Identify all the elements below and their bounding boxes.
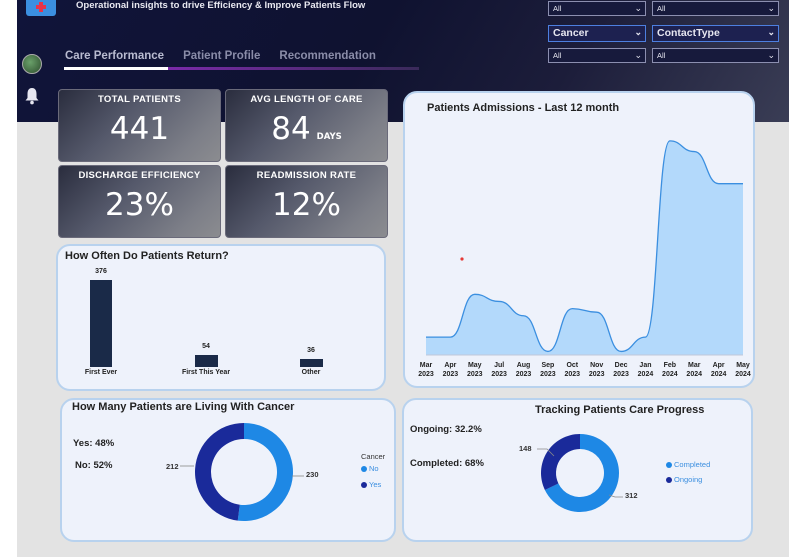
medical-cross-logo-icon — [26, 0, 56, 16]
leader-line — [608, 494, 623, 498]
page-tabs: Care Performance Patient Profile Recomme… — [65, 50, 395, 62]
chevron-down-icon: ⌄ — [767, 50, 775, 60]
donut-slice-no[interactable] — [237, 423, 293, 521]
cancer-filter[interactable]: Cancer ⌄ — [548, 25, 646, 42]
chevron-down-icon: ⌄ — [634, 50, 642, 60]
bar-value-label: 54 — [202, 342, 210, 350]
kpi-label: READMISSION RATE — [256, 170, 357, 181]
filter-dropdown-1[interactable]: All ⌄ — [548, 1, 646, 16]
x-tick-label: Apr 2024 — [710, 362, 727, 378]
area-chart — [426, 140, 743, 356]
tab-patient-profile[interactable]: Patient Profile — [183, 50, 260, 62]
donut-label-ongoing: 148 — [519, 444, 532, 453]
x-tick-label: Jan 2024 — [637, 362, 654, 378]
admissions-chart-card: Patients Admissions - Last 12 month Mar … — [403, 91, 755, 388]
x-tick-label: May 2024 — [735, 362, 751, 378]
progress-chart-card: Tracking Patients Care Progress Ongoing:… — [402, 398, 753, 542]
x-tick-label: Dec 2023 — [613, 362, 629, 378]
return-chart-card: How Often Do Patients Return? 376 First E… — [56, 244, 386, 391]
x-tick-label: Aug 2023 — [515, 362, 532, 378]
tab-recommendation[interactable]: Recommendation — [279, 50, 376, 62]
chevron-down-icon: ⌄ — [767, 27, 775, 37]
legend-item-completed[interactable]: Completed — [666, 460, 710, 469]
chevron-down-icon: ⌄ — [634, 27, 642, 37]
marker-dot — [460, 257, 464, 261]
dashboard-page: Operational insights to drive Efficiency… — [0, 0, 800, 557]
contact-type-filter-select[interactable]: All ⌄ — [652, 48, 779, 63]
kpi-unit: DAYS — [316, 132, 342, 142]
x-tick-label: May 2023 — [466, 362, 483, 378]
x-tick-label: Oct 2023 — [564, 362, 581, 378]
bar[interactable] — [194, 354, 218, 367]
bar-value-label: 376 — [95, 268, 107, 275]
x-tick-label: Apr 2023 — [442, 362, 459, 378]
avatar[interactable] — [22, 54, 42, 74]
bar-category-label: First This Year — [181, 369, 231, 376]
bar[interactable] — [90, 280, 112, 367]
filter-dropdown-2[interactable]: All ⌄ — [652, 1, 779, 16]
kpi-value: 441 — [109, 111, 170, 147]
area-fill — [426, 140, 743, 355]
legend-title: Cancer — [361, 452, 386, 461]
kpi-readmission-rate: READMISSION RATE 12% — [225, 165, 388, 238]
bar-value-label: 36 — [307, 346, 315, 354]
kpi-value: 12% — [272, 187, 341, 223]
tab-care-performance[interactable]: Care Performance — [65, 50, 164, 62]
cancer-filter-select[interactable]: All ⌄ — [548, 48, 646, 63]
kpi-value: 84 — [271, 111, 311, 147]
kpi-label: DISCHARGE EFFICIENCY — [78, 170, 201, 181]
donut-label-no: 230 — [306, 470, 319, 479]
cancer-donut-chart — [180, 423, 304, 521]
x-tick-label: Sep 2023 — [540, 362, 556, 378]
kpi-discharge-efficiency: DISCHARGE EFFICIENCY 23% — [58, 165, 221, 238]
tab-indicator — [64, 67, 419, 70]
bell-icon[interactable] — [24, 87, 40, 105]
legend-item-ongoing[interactable]: Ongoing — [666, 475, 702, 484]
legend-item-no[interactable]: No — [361, 464, 379, 473]
chart-title: How Often Do Patients Return? — [65, 250, 229, 262]
donut-label-completed: 312 — [625, 491, 638, 500]
cancer-chart-card: How Many Patients are Living With Cancer… — [60, 398, 396, 542]
kpi-label: AVG LENGTH OF CARE — [250, 94, 363, 105]
bar[interactable] — [299, 358, 323, 367]
kpi-total-patients: TOTAL PATIENTS 441 — [58, 89, 221, 162]
x-tick-label: Nov 2023 — [588, 362, 605, 378]
contact-type-filter[interactable]: ContactType ⌄ — [652, 25, 779, 42]
legend-item-yes[interactable]: Yes — [361, 480, 381, 489]
donut-slice-yes[interactable] — [195, 423, 244, 521]
bar-category-label: First Ever — [84, 369, 118, 376]
x-tick-label: Jul 2023 — [491, 362, 507, 378]
kpi-label: TOTAL PATIENTS — [97, 94, 181, 105]
bar-category-label: Other — [301, 369, 321, 376]
report-subtitle: Operational insights to drive Efficiency… — [76, 0, 366, 11]
progress-donut-chart — [537, 434, 623, 512]
kpi-avg-length-of-care: AVG LENGTH OF CARE 84 DAYS — [225, 89, 388, 162]
chevron-down-icon: ⌄ — [767, 3, 775, 13]
donut-slice-ongoing[interactable] — [541, 434, 580, 490]
x-tick-label: Feb 2024 — [662, 362, 678, 378]
x-tick-label: Mar 2023 — [418, 362, 434, 378]
chevron-down-icon: ⌄ — [634, 3, 642, 13]
donut-label-yes: 212 — [166, 462, 179, 471]
kpi-value: 23% — [105, 187, 174, 223]
x-tick-label: Mar 2024 — [686, 362, 702, 378]
